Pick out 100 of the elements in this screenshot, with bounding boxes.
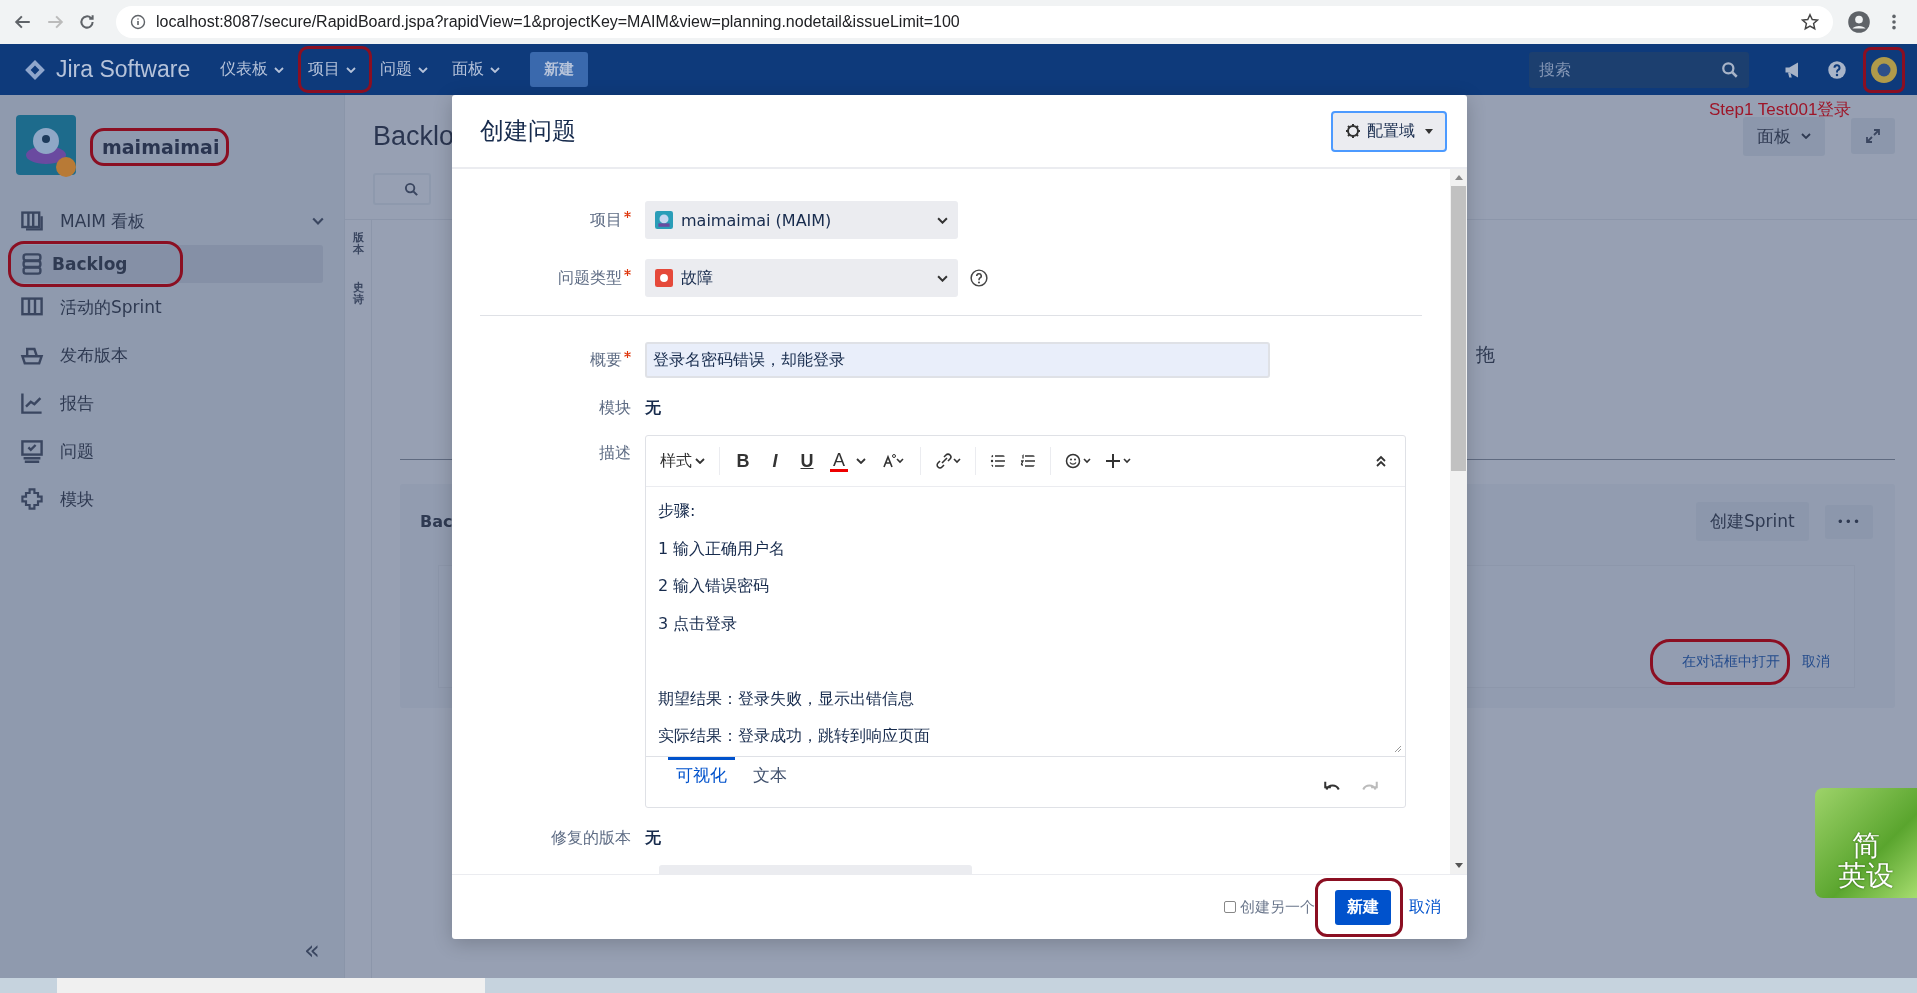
format-button[interactable]: U — [798, 450, 816, 472]
chevron-icon — [695, 458, 705, 464]
side-tab[interactable]: 版本 — [352, 232, 364, 257]
summary-field[interactable]: 登录名密码错误，却能登录 — [645, 342, 1270, 378]
plus-icon[interactable] — [1105, 453, 1131, 469]
collapse-sidebar-button[interactable]: « — [298, 934, 326, 966]
create-button[interactable]: 新建 — [530, 52, 589, 87]
resize-handle-icon[interactable] — [1394, 745, 1402, 753]
fullscreen-button[interactable] — [1851, 118, 1895, 154]
backlog-icon — [20, 252, 44, 276]
nav-menu[interactable]: 项目 — [302, 53, 363, 86]
chart-icon — [20, 391, 44, 415]
field-value: 无 — [645, 398, 661, 419]
field-label: 项目 — [590, 209, 622, 231]
select-field[interactable]: 故障 — [645, 259, 958, 297]
more-button[interactable]: ••• — [1824, 504, 1873, 539]
bug-icon — [655, 269, 673, 287]
chevron-icon — [312, 217, 324, 225]
search-field[interactable]: 搜索 — [1529, 51, 1749, 88]
editor-line: 实际结果：登录成功，跳转到响应页面 — [658, 725, 931, 747]
star-icon[interactable] — [1801, 13, 1819, 31]
user-avatar[interactable] — [1871, 56, 1897, 83]
scroll-up-icon[interactable] — [1454, 175, 1463, 180]
nav-menu[interactable]: 仪表板 — [214, 53, 291, 86]
style-dropdown[interactable]: 样式 — [660, 450, 705, 472]
help-icon[interactable] — [970, 269, 988, 287]
chevron-icon[interactable] — [856, 458, 866, 464]
format-button[interactable]: I — [766, 450, 784, 472]
field-label: 概要 — [590, 349, 622, 371]
create-another-checkbox[interactable]: 创建另一个 — [1224, 897, 1315, 917]
chevron-icon — [937, 216, 948, 224]
project-icon — [655, 211, 673, 229]
sidebar-item[interactable]: 问题 — [10, 427, 334, 475]
logo-icon — [24, 58, 46, 81]
address-bar[interactable]: localhost:8087/secure/RapidBoard.jspa?rapidView=1&projectKey=MAIM&view=planning.nodetail&issueLimit=100 — [116, 6, 1833, 38]
puzzle-icon — [20, 487, 44, 511]
sidebar-item[interactable]: 发布版本 — [10, 331, 334, 379]
ime-label: 英设 — [1838, 860, 1894, 890]
reload-icon[interactable] — [78, 13, 96, 31]
sidebar-item[interactable]: MAIM 看板 — [10, 197, 334, 245]
field-label: 模块 — [599, 398, 631, 419]
section-title: Bac — [420, 512, 453, 531]
chevron-icon — [274, 66, 285, 73]
dialog-title: 创建问题 — [480, 116, 576, 147]
sidebar-item[interactable]: 活动的Sprint — [10, 283, 334, 331]
cancel-link[interactable]: 取消 — [1409, 896, 1441, 918]
create-sprint-button[interactable]: 创建Sprint — [1696, 502, 1809, 541]
nav-menu[interactable]: 问题 — [374, 53, 435, 86]
chevron-icon — [1801, 133, 1811, 139]
field-value: 无 — [645, 828, 661, 849]
chevron-icon — [346, 66, 357, 73]
info-icon — [130, 14, 146, 30]
board-menu-button[interactable]: 面板 — [1743, 116, 1825, 156]
field-label: 修复的版本 — [551, 828, 631, 849]
sidebar-item[interactable]: 模块 — [10, 475, 334, 523]
gear-icon — [1345, 123, 1361, 139]
account-icon[interactable] — [1847, 10, 1871, 34]
editor-mode-tab[interactable]: 可视化 — [668, 757, 735, 787]
select-field[interactable]: maimaimai (MAIM) — [645, 201, 958, 239]
field-label: 问题类型 — [558, 267, 622, 289]
format-button[interactable]: B — [734, 450, 752, 472]
search-icon — [404, 181, 419, 197]
sidebar-item[interactable]: 报告 — [10, 379, 334, 427]
editor-line: 期望结果：登录失败，显示出错信息 — [658, 687, 915, 710]
search-icon[interactable] — [1721, 60, 1739, 79]
sidebar-item[interactable]: Backlog — [10, 245, 323, 283]
format-button[interactable]: A — [830, 450, 848, 472]
board-icon — [20, 209, 44, 233]
undo-icon[interactable] — [1323, 779, 1341, 791]
nav-menu[interactable]: 面板 — [446, 53, 507, 86]
editor-line: 3 点击登录 — [658, 612, 739, 635]
url-text: localhost:8087/secure/RapidBoard.jspa?rapidView=1&projectKey=MAIM&view=planning.nodetail&issueLimit=100 — [156, 13, 961, 31]
ime-label: 简 — [1852, 831, 1880, 861]
create-submit-button[interactable]: 新建 — [1335, 889, 1391, 925]
editor-line: 2 输入错误密码 — [658, 575, 771, 597]
emoji-icon[interactable] — [1065, 453, 1091, 469]
side-tab[interactable]: 史诗 — [352, 282, 364, 307]
expand-icon — [1865, 128, 1881, 144]
caret-icon — [1425, 128, 1433, 134]
back-icon[interactable] — [14, 13, 32, 31]
editor-mode-tab[interactable]: 文本 — [745, 757, 795, 787]
product-logo[interactable]: Jira Software — [56, 56, 191, 83]
backlog-search-field[interactable] — [373, 173, 431, 205]
cancel-link[interactable]: 取消 — [1802, 653, 1830, 671]
open-in-dialog-link[interactable]: 在对话框中打开 — [1682, 653, 1780, 671]
scrollbar[interactable] — [1450, 169, 1467, 874]
field-label: 描述 — [599, 443, 631, 464]
help-icon[interactable] — [1827, 59, 1847, 80]
scroll-down-icon[interactable] — [1454, 863, 1463, 868]
chevron-icon — [490, 66, 501, 73]
configure-fields-button[interactable]: 配置域 — [1331, 110, 1447, 152]
chevron-icon — [418, 66, 429, 73]
bullet-list-icon[interactable] — [990, 453, 1006, 469]
numbered-list-icon[interactable] — [1020, 453, 1036, 469]
project-name[interactable]: maimaimai — [102, 136, 220, 158]
link-icon[interactable] — [935, 453, 961, 469]
text-effects-icon[interactable] — [880, 453, 906, 469]
monitor-check-icon — [20, 439, 44, 463]
editor-line: 步骤: — [658, 500, 697, 522]
editor-line: 1 输入正确用户名 — [658, 537, 787, 560]
